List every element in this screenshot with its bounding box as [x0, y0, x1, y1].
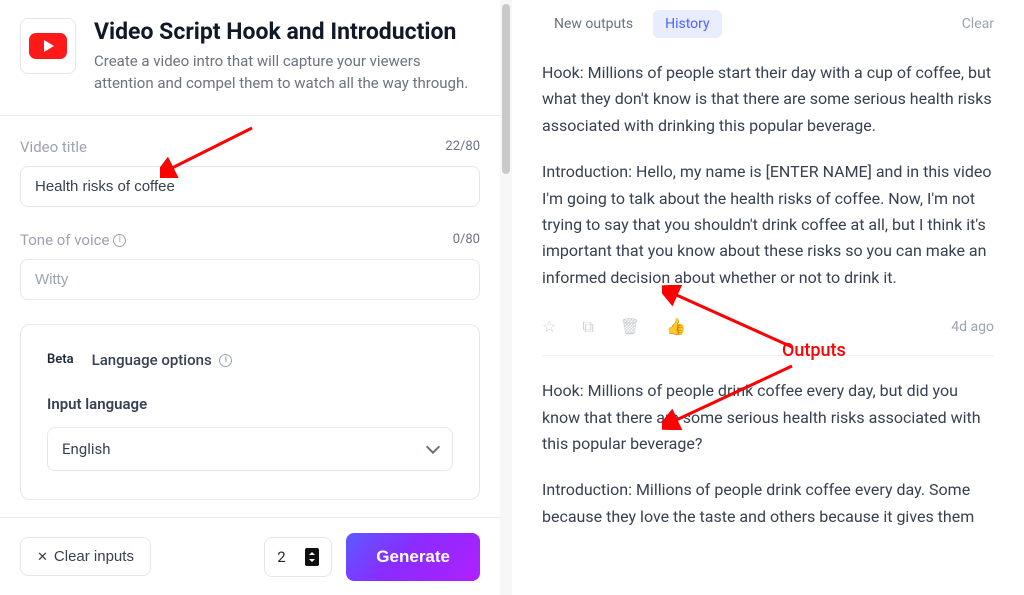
stepper-icon[interactable] — [305, 548, 319, 566]
output-hook: Hook: Millions of people drink coffee ev… — [542, 378, 994, 457]
scrollbar-thumb[interactable] — [502, 4, 510, 174]
video-title-input[interactable] — [20, 166, 480, 207]
generate-button[interactable]: Generate — [346, 533, 480, 581]
page-subtitle: Create a video intro that will capture y… — [94, 51, 480, 95]
output-count-value: 2 — [277, 548, 285, 566]
input-language-label: Input language — [47, 395, 453, 413]
tab-history[interactable]: History — [653, 10, 722, 38]
form-scroll-area[interactable]: Video Script Hook and Introduction Creat… — [0, 0, 500, 517]
template-icon — [20, 18, 76, 74]
thumbs-up-icon[interactable]: 👍 — [666, 317, 686, 337]
page-title: Video Script Hook and Introduction — [94, 18, 480, 45]
output-card: Hook: Millions of people start their day… — [542, 60, 994, 378]
output-intro: Introduction: Hello, my name is [ENTER N… — [542, 159, 994, 291]
output-count-stepper[interactable]: 2 — [264, 537, 332, 577]
tone-input[interactable] — [20, 259, 480, 300]
info-icon[interactable]: i — [219, 354, 232, 367]
language-options-label: Language options i — [92, 351, 233, 369]
beta-badge: Beta — [47, 352, 74, 367]
clear-inputs-button[interactable]: ✕ Clear inputs — [20, 537, 151, 576]
star-icon[interactable]: ☆ — [542, 317, 556, 337]
clear-outputs-button[interactable]: Clear — [962, 16, 994, 32]
output-card: Hook: Millions of people drink coffee ev… — [542, 378, 994, 550]
tone-label: Tone of voicei — [20, 231, 126, 249]
scrollbar[interactable] — [500, 0, 512, 595]
language-options-card: Beta Language options i Input language E… — [20, 324, 480, 500]
clear-inputs-label: Clear inputs — [54, 548, 134, 565]
tone-counter: 0/80 — [453, 232, 480, 247]
output-timestamp: 4d ago — [951, 319, 994, 335]
video-title-label: Video title — [20, 138, 87, 156]
video-title-counter: 22/80 — [445, 139, 480, 154]
input-language-select[interactable]: English — [47, 427, 453, 471]
output-intro: Introduction: Millions of people drink c… — [542, 477, 994, 530]
input-language-value: English — [62, 440, 111, 458]
output-hook: Hook: Millions of people start their day… — [542, 60, 994, 139]
info-icon[interactable]: i — [113, 234, 126, 247]
chevron-down-icon — [426, 439, 440, 453]
trash-icon[interactable]: 🗑 — [620, 317, 640, 337]
tab-new-outputs[interactable]: New outputs — [542, 10, 645, 38]
x-icon: ✕ — [37, 549, 48, 565]
youtube-icon — [29, 33, 67, 59]
copy-icon[interactable]: ⧉ — [582, 317, 593, 337]
